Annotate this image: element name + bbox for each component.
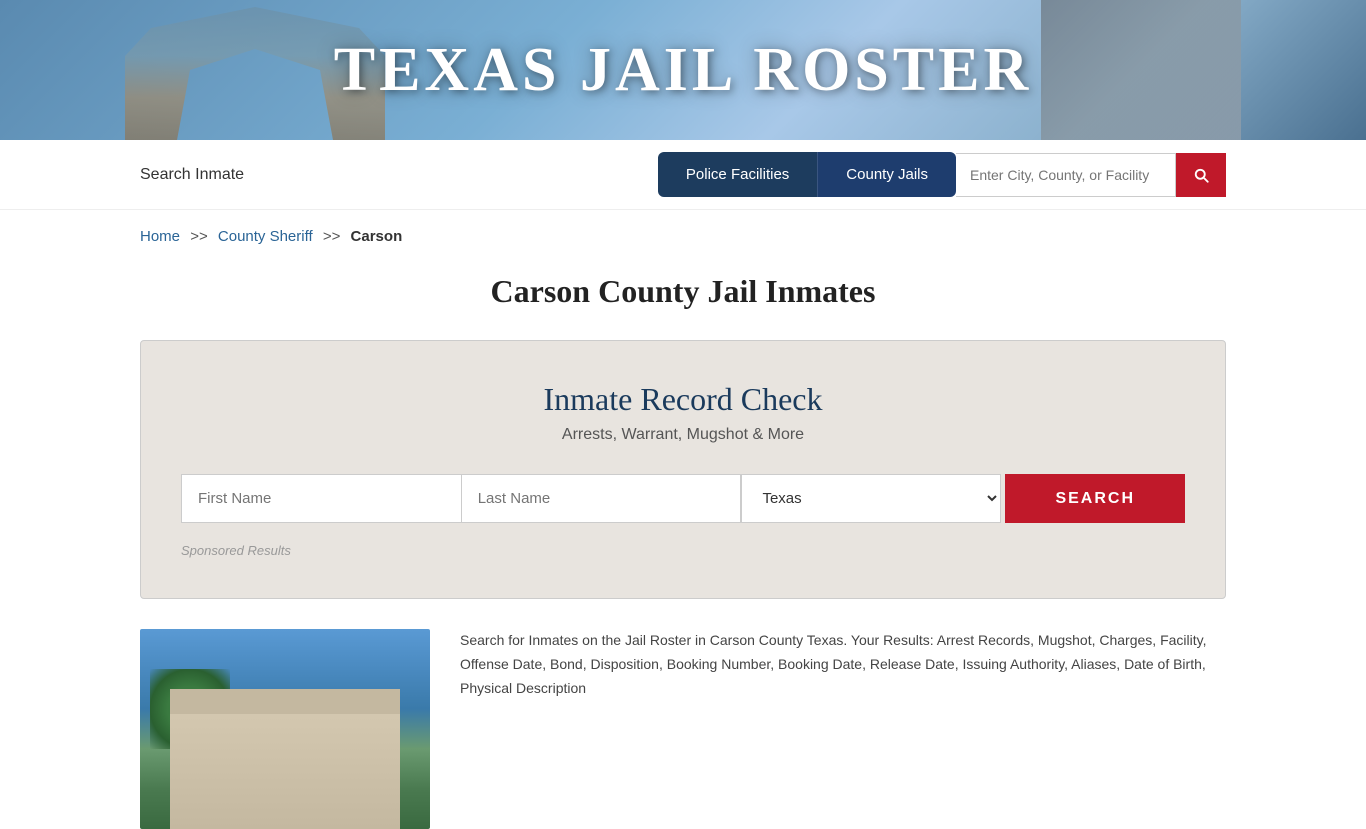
breadcrumb-county-sheriff[interactable]: County Sheriff xyxy=(218,228,313,245)
breadcrumb-sep1: >> xyxy=(190,228,208,245)
page-title-section: Carson County Jail Inmates xyxy=(0,255,1366,340)
sponsored-label: Sponsored Results xyxy=(181,543,1185,558)
building-image xyxy=(140,629,430,829)
record-check-box: Inmate Record Check Arrests, Warrant, Mu… xyxy=(140,340,1226,599)
facility-search-input[interactable] xyxy=(956,153,1176,197)
nav-buttons: Police Facilities County Jails xyxy=(658,152,1226,197)
breadcrumb: Home >> County Sheriff >> Carson xyxy=(0,210,1366,255)
nav-search-label: Search Inmate xyxy=(140,166,658,184)
breadcrumb-sep2: >> xyxy=(323,228,341,245)
record-search-button[interactable]: SEARCH xyxy=(1005,474,1185,523)
bottom-section: Search for Inmates on the Jail Roster in… xyxy=(0,629,1366,829)
breadcrumb-home[interactable]: Home xyxy=(140,228,180,245)
record-check-title: Inmate Record Check xyxy=(181,381,1185,418)
breadcrumb-current: Carson xyxy=(351,228,403,245)
state-select[interactable]: AlabamaAlaskaArizonaArkansasCaliforniaCo… xyxy=(741,474,1001,523)
keys-image xyxy=(1041,0,1241,140)
search-icon xyxy=(1192,166,1210,184)
police-facilities-button[interactable]: Police Facilities xyxy=(658,152,817,197)
last-name-input[interactable] xyxy=(461,474,742,523)
building-decoration xyxy=(170,709,400,829)
record-check-form: AlabamaAlaskaArizonaArkansasCaliforniaCo… xyxy=(181,474,1185,523)
facility-search-button[interactable] xyxy=(1176,153,1226,197)
page-title: Carson County Jail Inmates xyxy=(0,273,1366,310)
navbar: Search Inmate Police Facilities County J… xyxy=(0,140,1366,210)
county-jails-button[interactable]: County Jails xyxy=(817,152,956,197)
header-banner: Texas Jail Roster xyxy=(0,0,1366,140)
first-name-input[interactable] xyxy=(181,474,461,523)
record-check-subtitle: Arrests, Warrant, Mugshot & More xyxy=(181,426,1185,444)
site-title: Texas Jail Roster xyxy=(334,35,1033,106)
bottom-description: Search for Inmates on the Jail Roster in… xyxy=(460,629,1226,700)
